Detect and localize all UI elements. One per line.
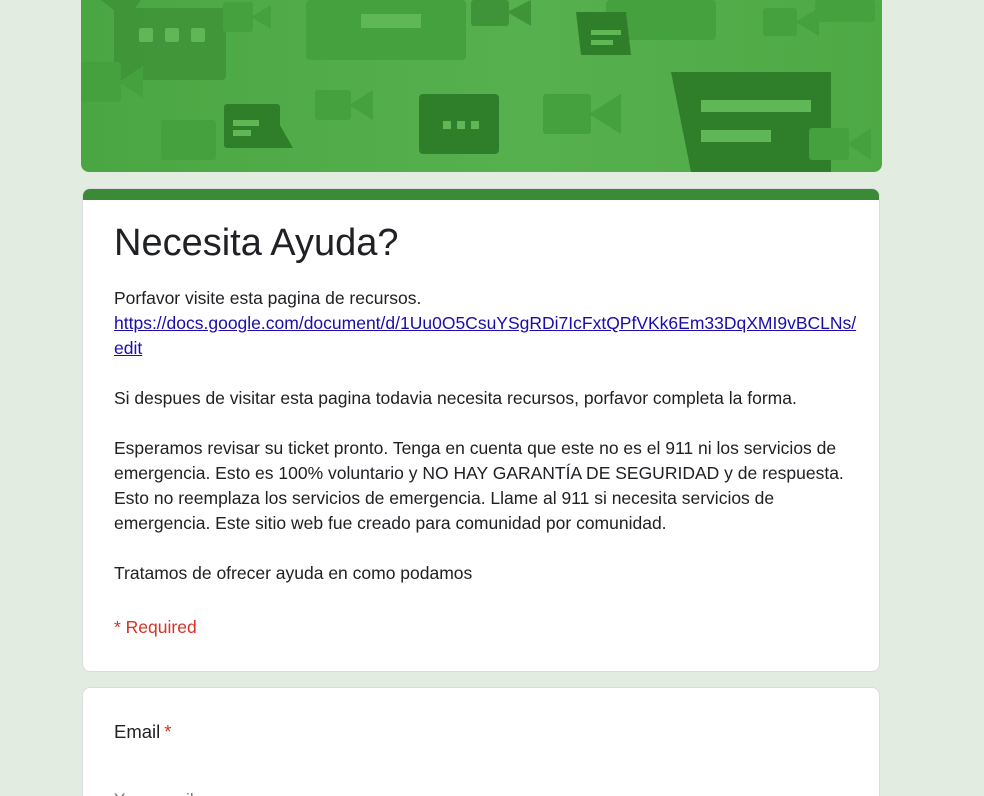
email-question-card: Email * — [82, 687, 880, 796]
header-banner — [81, 0, 882, 172]
email-label: Email * — [114, 721, 171, 743]
description-line: Porfavor visite esta pagina de recursos. — [114, 288, 422, 308]
required-note: * Required — [114, 617, 197, 637]
email-field[interactable] — [114, 786, 494, 796]
form-description: Porfavor visite esta pagina de recursos.… — [114, 286, 859, 586]
banner-pattern-icon — [81, 0, 875, 172]
required-asterisk: * — [164, 721, 172, 742]
resources-link[interactable]: https://docs.google.com/document/d/1Uu0O… — [114, 313, 856, 358]
form-header-card: Necesita Ayuda? Porfavor visite esta pag… — [82, 188, 880, 672]
page: Necesita Ayuda? Porfavor visite esta pag… — [0, 0, 984, 796]
disclaimer-paragraph: Esperamos revisar su ticket pronto. Teng… — [114, 438, 844, 533]
description-paragraph: Si despues de visitar esta pagina todavi… — [114, 388, 797, 408]
form-title: Necesita Ayuda? — [114, 222, 399, 264]
email-label-text: Email — [114, 721, 161, 742]
closing-paragraph: Tratamos de ofrecer ayuda en como podamo… — [114, 563, 473, 583]
header-accent-bar — [83, 189, 879, 200]
